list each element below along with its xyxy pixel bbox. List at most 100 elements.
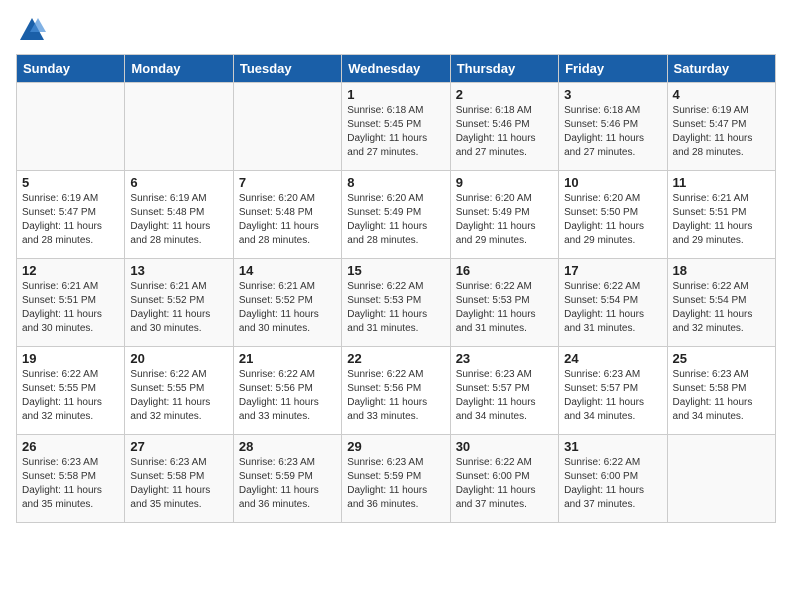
day-header-saturday: Saturday xyxy=(667,55,775,83)
day-info: Sunrise: 6:22 AM Sunset: 5:56 PM Dayligh… xyxy=(239,368,336,424)
calendar-cell: 20 Sunrise: 6:22 AM Sunset: 5:55 PM Dayli… xyxy=(125,347,233,435)
calendar-cell: 31Sunrise: 6:22 AM Sunset: 6:00 PM Dayli… xyxy=(559,435,667,523)
day-info: Sunrise: 6:22 AM Sunset: 6:00 PM Dayligh… xyxy=(456,456,553,512)
calendar-cell: 4 Sunrise: 6:19 AM Sunset: 5:47 PM Daylig… xyxy=(667,83,775,171)
day-number: 2 xyxy=(456,87,553,102)
logo-text xyxy=(16,16,46,44)
day-info: Sunrise: 6:22 AM Sunset: 5:54 PM Dayligh… xyxy=(673,280,770,336)
day-info: Sunrise: 6:23 AM Sunset: 5:57 PM Dayligh… xyxy=(456,368,553,424)
day-number: 28 xyxy=(239,439,336,454)
day-info: Sunrise: 6:20 AM Sunset: 5:48 PM Dayligh… xyxy=(239,192,336,248)
calendar-cell: 8 Sunrise: 6:20 AM Sunset: 5:49 PM Daylig… xyxy=(342,171,450,259)
day-info: Sunrise: 6:18 AM Sunset: 5:46 PM Dayligh… xyxy=(456,104,553,160)
week-row-1: 1 Sunrise: 6:18 AM Sunset: 5:45 PM Daylig… xyxy=(17,83,776,171)
calendar-cell: 12 Sunrise: 6:21 AM Sunset: 5:51 PM Dayli… xyxy=(17,259,125,347)
calendar-cell: 23 Sunrise: 6:23 AM Sunset: 5:57 PM Dayli… xyxy=(450,347,558,435)
day-info: Sunrise: 6:23 AM Sunset: 5:58 PM Dayligh… xyxy=(673,368,770,424)
day-header-friday: Friday xyxy=(559,55,667,83)
week-row-2: 5 Sunrise: 6:19 AM Sunset: 5:47 PM Daylig… xyxy=(17,171,776,259)
logo xyxy=(16,16,46,44)
day-number: 17 xyxy=(564,263,661,278)
day-number: 27 xyxy=(130,439,227,454)
calendar-cell: 1 Sunrise: 6:18 AM Sunset: 5:45 PM Daylig… xyxy=(342,83,450,171)
day-number: 1 xyxy=(347,87,444,102)
day-header-monday: Monday xyxy=(125,55,233,83)
day-info: Sunrise: 6:19 AM Sunset: 5:47 PM Dayligh… xyxy=(673,104,770,160)
logo-line1 xyxy=(16,16,46,44)
day-number: 13 xyxy=(130,263,227,278)
week-row-4: 19 Sunrise: 6:22 AM Sunset: 5:55 PM Dayli… xyxy=(17,347,776,435)
calendar-cell: 28 Sunrise: 6:23 AM Sunset: 5:59 PM Dayli… xyxy=(233,435,341,523)
day-info: Sunrise: 6:22 AM Sunset: 5:53 PM Dayligh… xyxy=(456,280,553,336)
day-info: Sunrise: 6:22 AM Sunset: 5:55 PM Dayligh… xyxy=(22,368,119,424)
day-header-sunday: Sunday xyxy=(17,55,125,83)
day-info: Sunrise: 6:23 AM Sunset: 5:58 PM Dayligh… xyxy=(22,456,119,512)
day-number: 12 xyxy=(22,263,119,278)
day-number: 9 xyxy=(456,175,553,190)
calendar-table: SundayMondayTuesdayWednesdayThursdayFrid… xyxy=(16,54,776,523)
calendar-cell: 10 Sunrise: 6:20 AM Sunset: 5:50 PM Dayli… xyxy=(559,171,667,259)
calendar-cell: 14Sunrise: 6:21 AM Sunset: 5:52 PM Dayli… xyxy=(233,259,341,347)
day-number: 31 xyxy=(564,439,661,454)
day-info: Sunrise: 6:23 AM Sunset: 5:57 PM Dayligh… xyxy=(564,368,661,424)
calendar-cell: 11Sunrise: 6:21 AM Sunset: 5:51 PM Dayli… xyxy=(667,171,775,259)
day-info: Sunrise: 6:22 AM Sunset: 5:54 PM Dayligh… xyxy=(564,280,661,336)
day-number: 15 xyxy=(347,263,444,278)
calendar-cell: 26 Sunrise: 6:23 AM Sunset: 5:58 PM Dayli… xyxy=(17,435,125,523)
calendar-cell: 17 Sunrise: 6:22 AM Sunset: 5:54 PM Dayli… xyxy=(559,259,667,347)
day-number: 4 xyxy=(673,87,770,102)
day-number: 14 xyxy=(239,263,336,278)
day-info: Sunrise: 6:19 AM Sunset: 5:47 PM Dayligh… xyxy=(22,192,119,248)
day-number: 3 xyxy=(564,87,661,102)
day-number: 22 xyxy=(347,351,444,366)
day-number: 5 xyxy=(22,175,119,190)
day-number: 23 xyxy=(456,351,553,366)
day-number: 6 xyxy=(130,175,227,190)
calendar-cell xyxy=(17,83,125,171)
day-info: Sunrise: 6:21 AM Sunset: 5:51 PM Dayligh… xyxy=(22,280,119,336)
day-number: 8 xyxy=(347,175,444,190)
day-header-tuesday: Tuesday xyxy=(233,55,341,83)
calendar-cell: 22 Sunrise: 6:22 AM Sunset: 5:56 PM Dayli… xyxy=(342,347,450,435)
week-row-5: 26 Sunrise: 6:23 AM Sunset: 5:58 PM Dayli… xyxy=(17,435,776,523)
day-number: 20 xyxy=(130,351,227,366)
calendar-cell: 15Sunrise: 6:22 AM Sunset: 5:53 PM Dayli… xyxy=(342,259,450,347)
day-header-wednesday: Wednesday xyxy=(342,55,450,83)
calendar-cell: 2 Sunrise: 6:18 AM Sunset: 5:46 PM Daylig… xyxy=(450,83,558,171)
day-info: Sunrise: 6:23 AM Sunset: 5:59 PM Dayligh… xyxy=(239,456,336,512)
day-number: 7 xyxy=(239,175,336,190)
day-number: 25 xyxy=(673,351,770,366)
calendar-cell: 7 Sunrise: 6:20 AM Sunset: 5:48 PM Daylig… xyxy=(233,171,341,259)
day-info: Sunrise: 6:18 AM Sunset: 5:45 PM Dayligh… xyxy=(347,104,444,160)
calendar-cell: 16 Sunrise: 6:22 AM Sunset: 5:53 PM Dayli… xyxy=(450,259,558,347)
calendar-cell: 19 Sunrise: 6:22 AM Sunset: 5:55 PM Dayli… xyxy=(17,347,125,435)
day-number: 19 xyxy=(22,351,119,366)
day-info: Sunrise: 6:19 AM Sunset: 5:48 PM Dayligh… xyxy=(130,192,227,248)
calendar-cell: 29Sunrise: 6:23 AM Sunset: 5:59 PM Dayli… xyxy=(342,435,450,523)
day-info: Sunrise: 6:21 AM Sunset: 5:52 PM Dayligh… xyxy=(130,280,227,336)
calendar-cell xyxy=(125,83,233,171)
day-number: 30 xyxy=(456,439,553,454)
day-info: Sunrise: 6:22 AM Sunset: 5:55 PM Dayligh… xyxy=(130,368,227,424)
day-number: 16 xyxy=(456,263,553,278)
day-info: Sunrise: 6:21 AM Sunset: 5:51 PM Dayligh… xyxy=(673,192,770,248)
calendar-cell xyxy=(233,83,341,171)
day-info: Sunrise: 6:20 AM Sunset: 5:50 PM Dayligh… xyxy=(564,192,661,248)
day-info: Sunrise: 6:20 AM Sunset: 5:49 PM Dayligh… xyxy=(456,192,553,248)
day-number: 26 xyxy=(22,439,119,454)
calendar-cell: 5 Sunrise: 6:19 AM Sunset: 5:47 PM Daylig… xyxy=(17,171,125,259)
calendar-cell: 21 Sunrise: 6:22 AM Sunset: 5:56 PM Dayli… xyxy=(233,347,341,435)
day-number: 29 xyxy=(347,439,444,454)
day-info: Sunrise: 6:22 AM Sunset: 5:56 PM Dayligh… xyxy=(347,368,444,424)
day-number: 10 xyxy=(564,175,661,190)
day-number: 24 xyxy=(564,351,661,366)
page-header xyxy=(16,16,776,44)
day-info: Sunrise: 6:20 AM Sunset: 5:49 PM Dayligh… xyxy=(347,192,444,248)
calendar-cell: 18 Sunrise: 6:22 AM Sunset: 5:54 PM Dayli… xyxy=(667,259,775,347)
day-number: 18 xyxy=(673,263,770,278)
calendar-cell: 6 Sunrise: 6:19 AM Sunset: 5:48 PM Daylig… xyxy=(125,171,233,259)
days-header-row: SundayMondayTuesdayWednesdayThursdayFrid… xyxy=(17,55,776,83)
day-number: 21 xyxy=(239,351,336,366)
day-header-thursday: Thursday xyxy=(450,55,558,83)
calendar-cell: 24 Sunrise: 6:23 AM Sunset: 5:57 PM Dayli… xyxy=(559,347,667,435)
